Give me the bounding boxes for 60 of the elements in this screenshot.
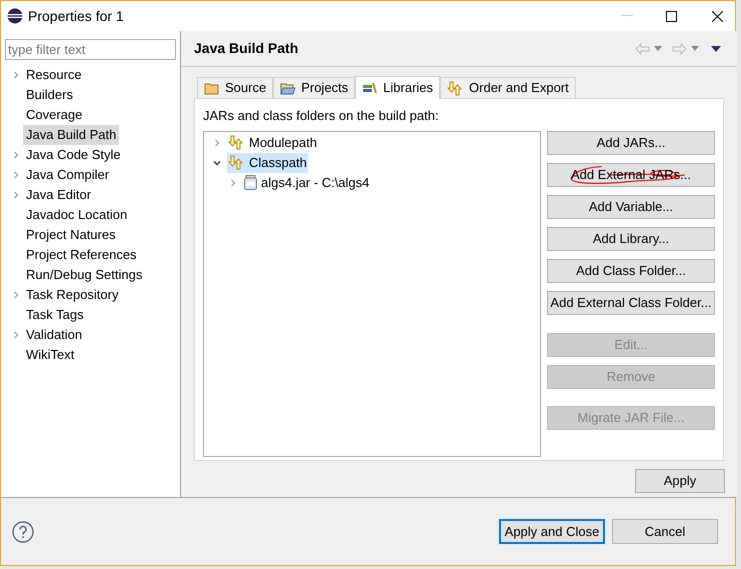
tree-item[interactable]: Modulepath xyxy=(227,132,318,152)
action-button[interactable]: Add External Class Folder... xyxy=(547,290,715,314)
folder-icon xyxy=(204,81,220,95)
maximize-icon[interactable] xyxy=(666,10,677,22)
nav-item[interactable]: Javadoc Location xyxy=(23,205,130,225)
window-title: Properties for 1 xyxy=(28,6,124,26)
tab[interactable]: Projects xyxy=(273,77,356,98)
minimize-icon[interactable] xyxy=(621,15,633,17)
back-arrow-icon[interactable] xyxy=(635,42,650,54)
chevron-right-icon[interactable] xyxy=(12,191,20,199)
apply-button[interactable]: Apply xyxy=(635,469,725,493)
nav-item[interactable]: Task Tags xyxy=(23,305,87,325)
tab[interactable]: Source xyxy=(197,77,274,98)
chevron-right-icon[interactable] xyxy=(213,138,221,146)
nav-item[interactable]: Run/Debug Settings xyxy=(23,265,146,285)
arrows-icon xyxy=(228,135,245,150)
close-icon[interactable] xyxy=(712,10,723,22)
help-icon[interactable] xyxy=(12,520,34,542)
filter-field[interactable]: type filter text xyxy=(5,39,176,60)
action-button[interactable]: Add Variable... xyxy=(547,194,715,218)
folder-icon xyxy=(280,81,296,95)
app-logo-icon xyxy=(7,8,23,24)
description-text: JARs and class folders on the build path: xyxy=(203,107,440,125)
nav-item[interactable]: Task Repository xyxy=(23,285,122,305)
arrows-icon xyxy=(228,155,245,170)
nav-item[interactable]: Java Editor xyxy=(23,185,94,205)
nav-item[interactable]: WikiText xyxy=(23,345,78,365)
action-button[interactable]: Add Class Folder... xyxy=(547,258,715,282)
menu-caret-icon[interactable] xyxy=(711,46,721,52)
chevron-right-icon[interactable] xyxy=(12,171,20,179)
nav-item[interactable]: Coverage xyxy=(23,105,86,125)
nav-item[interactable]: Resource xyxy=(23,65,85,85)
jar-icon xyxy=(244,175,257,190)
forward-arrow-icon[interactable] xyxy=(672,42,687,54)
chevron-right-icon[interactable] xyxy=(12,291,20,299)
tab[interactable]: Libraries xyxy=(355,76,440,99)
nav-item[interactable]: Project References xyxy=(23,245,140,265)
caret-icon[interactable] xyxy=(691,46,699,51)
nav-item[interactable]: Java Code Style xyxy=(23,145,124,165)
caret-icon[interactable] xyxy=(654,46,662,51)
nav-item[interactable]: Validation xyxy=(23,325,86,345)
tree-item[interactable]: algs4.jar - C:\algs4 xyxy=(243,172,370,192)
action-button[interactable]: Add JARs... xyxy=(547,130,715,154)
dialog-button[interactable]: Cancel xyxy=(612,519,718,544)
chevron-down-icon[interactable] xyxy=(213,158,221,166)
tree-item[interactable]: Classpath xyxy=(227,152,308,172)
books-icon xyxy=(362,81,378,95)
arrows-icon xyxy=(447,80,464,96)
nav-item[interactable]: Project Natures xyxy=(23,225,119,245)
chevron-right-icon[interactable] xyxy=(12,71,20,79)
dialog-button[interactable]: Apply and Close xyxy=(499,519,605,544)
nav-item[interactable]: Java Compiler xyxy=(23,165,112,185)
chevron-right-icon[interactable] xyxy=(229,178,237,186)
chevron-right-icon[interactable] xyxy=(12,331,20,339)
nav-item[interactable]: Builders xyxy=(23,85,76,105)
action-button[interactable]: Add Library... xyxy=(547,226,715,250)
nav-item[interactable]: Java Build Path xyxy=(23,125,120,145)
chevron-right-icon[interactable] xyxy=(12,151,20,159)
page-title: Java Build Path xyxy=(194,39,298,58)
tab[interactable]: Order and Export xyxy=(440,77,576,98)
